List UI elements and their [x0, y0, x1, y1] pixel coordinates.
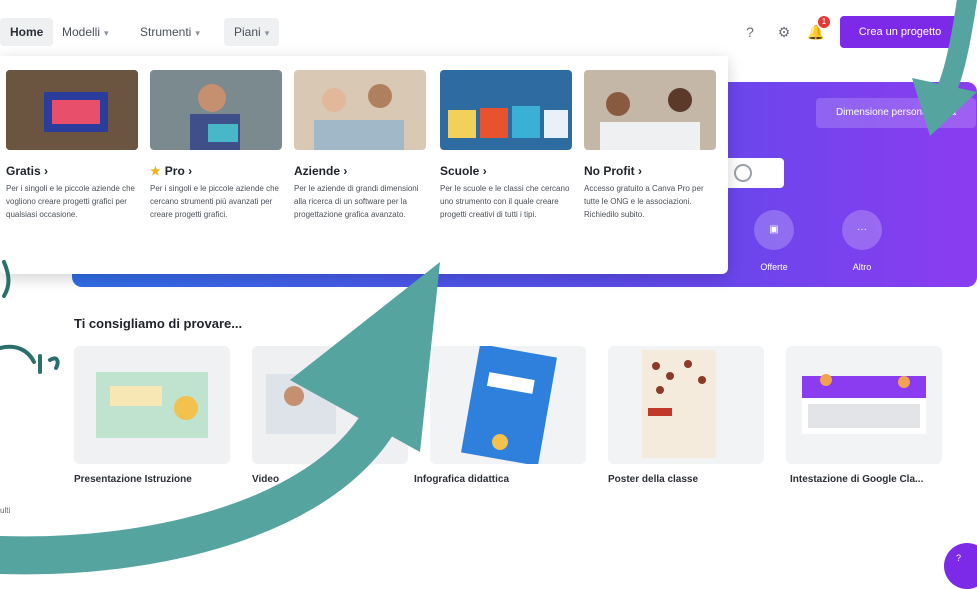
plan-title-text: Aziende: [294, 164, 341, 178]
chevron-right-icon: ›: [343, 164, 348, 178]
plan-description: Per le aziende di grandi dimensioni alla…: [294, 184, 419, 219]
plan-title-text: Scuole: [440, 164, 480, 178]
plan-description: Per i singoli e le piccole aziende che c…: [150, 184, 279, 219]
chevron-right-icon: ›: [44, 164, 49, 178]
template-card-label: Presentazione Istruzione: [74, 474, 192, 485]
template-card[interactable]: [430, 346, 586, 464]
plan-description: Accesso gratuito a Canva Pro per tutte l…: [584, 184, 704, 219]
plan-title-schools[interactable]: Scuole ›: [440, 164, 487, 178]
person-laptop-photo: [150, 70, 282, 150]
plan-description: Per le scuole e le classi che cercano un…: [440, 184, 570, 219]
plan-description: Per i singoli e le piccole aziende che v…: [6, 184, 135, 219]
more-category-button[interactable]: ···: [842, 210, 882, 250]
search-input[interactable]: [726, 158, 784, 188]
chevron-down-icon: ▾: [195, 28, 200, 38]
help-icon[interactable]: ?: [740, 22, 760, 42]
crown-icon: ★: [150, 164, 161, 178]
students-photo: [440, 70, 572, 150]
offers-category-button[interactable]: ▣: [754, 210, 794, 250]
chevron-down-icon: ▾: [264, 28, 270, 38]
plan-title-text: Pro: [164, 164, 185, 178]
video-thumbnail: [252, 346, 408, 464]
template-card[interactable]: [74, 346, 230, 464]
plan-image-business[interactable]: [294, 70, 426, 150]
plans-dropdown-menu: Gratis › ★ Pro › Aziende › Scuole › No Pr…: [0, 56, 728, 274]
template-card[interactable]: [786, 346, 942, 464]
infographic-thumbnail: [430, 346, 586, 464]
nav-models-label: Modelli: [62, 25, 101, 39]
template-card-label: Poster della classe: [608, 474, 699, 485]
chevron-right-icon: ›: [482, 164, 487, 178]
plan-title-pro[interactable]: ★ Pro ›: [150, 164, 192, 178]
plan-title-text: No Profit: [584, 164, 635, 178]
template-card[interactable]: [252, 346, 408, 464]
plan-image-free[interactable]: [6, 70, 138, 150]
chevron-down-icon: ▾: [104, 28, 109, 38]
plan-title-free[interactable]: Gratis ›: [6, 164, 48, 178]
create-design-button[interactable]: Crea un progetto: [840, 16, 960, 48]
meeting-photo: [584, 70, 716, 150]
top-bar: Home Modelli ▾ Strumenti ▾ Piani ▾ ? ⚙ 🔔 1 …: [0, 0, 977, 64]
custom-size-button[interactable]: Dimensione personalizzata: [816, 98, 976, 128]
office-photo: [294, 70, 426, 150]
template-card-label: Video: [252, 474, 280, 485]
chevron-right-icon: ›: [638, 164, 643, 178]
nav-plans[interactable]: Piani ▾: [224, 18, 280, 46]
template-card-label: Intestazione di Google Cla...: [790, 474, 924, 485]
plan-title-text: Gratis: [6, 164, 41, 178]
nav-tools[interactable]: Strumenti ▾: [130, 18, 210, 46]
laptop-photo: [6, 70, 138, 150]
nav-plans-label: Piani: [234, 25, 261, 39]
handwriting-stroke: [0, 344, 60, 374]
section-title: Ti consigliamo di provare...: [74, 316, 243, 331]
help-fab-button[interactable]: ?: [944, 543, 977, 589]
presentation-thumbnail: [74, 346, 230, 464]
plan-image-nonprofit[interactable]: [584, 70, 716, 150]
nav-home[interactable]: Home: [0, 18, 54, 46]
poster-thumbnail: [608, 346, 764, 464]
search-icon: [734, 164, 752, 182]
template-card-label: Infografica didattica: [414, 474, 510, 485]
template-card[interactable]: [608, 346, 764, 464]
nav-models[interactable]: Modelli ▾: [52, 18, 119, 46]
plan-image-pro[interactable]: [150, 70, 282, 150]
plan-title-nonprofit[interactable]: No Profit ›: [584, 164, 642, 178]
header-thumbnail: [786, 346, 942, 464]
nav-tools-label: Strumenti: [140, 25, 192, 39]
category-label: Altro: [852, 262, 872, 272]
category-label: Offerte: [760, 262, 788, 272]
gear-icon[interactable]: ⚙: [774, 22, 794, 42]
nav-home-label: Home: [10, 25, 44, 39]
chevron-right-icon: ›: [188, 164, 193, 178]
plan-image-schools[interactable]: [440, 70, 572, 150]
plan-title-business[interactable]: Aziende ›: [294, 164, 347, 178]
notification-badge: 1: [818, 16, 830, 28]
sidebar-text: ulti: [0, 506, 11, 515]
